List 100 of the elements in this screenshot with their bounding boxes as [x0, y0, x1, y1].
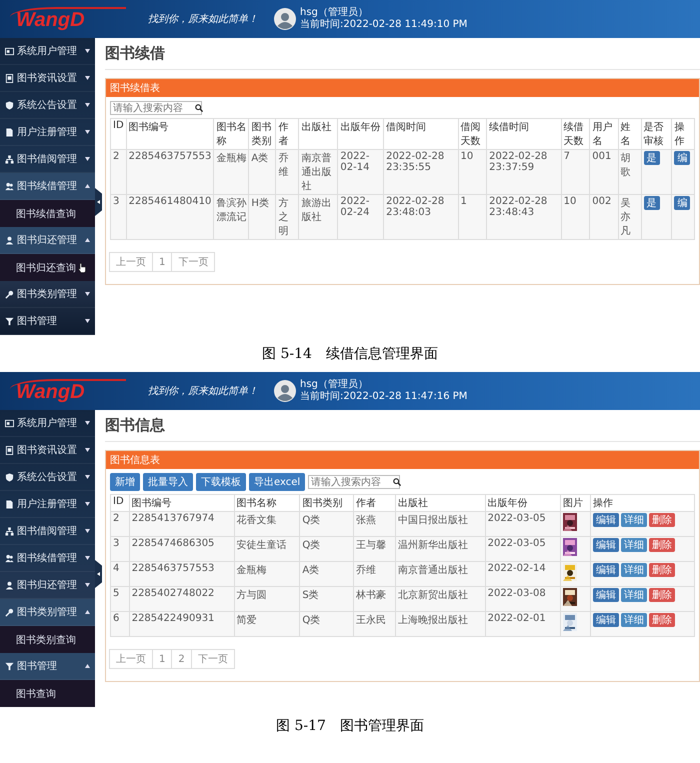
sidebar-item[interactable]: 用户注册管理	[0, 119, 95, 146]
figure-number: 图 5-14	[262, 345, 312, 363]
user-icon	[5, 580, 14, 590]
column-header: 操作	[590, 494, 694, 512]
table-cell: 3	[110, 194, 126, 240]
sidebar-subitem[interactable]: 图书查询	[0, 680, 95, 707]
table-cell: 吴亦凡	[618, 194, 642, 240]
sitemap-icon	[5, 526, 14, 536]
users-icon	[5, 182, 14, 190]
sitemap-icon	[5, 154, 14, 164]
page-button[interactable]: 下一页	[171, 252, 216, 272]
toolbar-button[interactable]: 导出excel	[249, 473, 306, 491]
table-cell: 1	[458, 194, 487, 240]
table-cell: 简爱	[234, 612, 300, 636]
caret-icon	[85, 76, 90, 80]
sidebar-item[interactable]: 图书续借管理	[0, 173, 95, 200]
search-icon	[195, 104, 203, 112]
caret-icon	[85, 130, 90, 134]
edit-button[interactable]: 编辑	[592, 513, 619, 527]
delete-button[interactable]: 删除	[648, 563, 675, 577]
caret-icon	[85, 157, 90, 161]
page-button[interactable]: 1	[152, 649, 172, 669]
search-icon	[393, 478, 402, 486]
sidebar-item[interactable]: 图书类别管理	[0, 599, 95, 626]
edit-button[interactable]: 编辑	[592, 588, 619, 602]
column-header: 出版社	[395, 494, 486, 512]
caret-icon	[85, 103, 90, 107]
filter-icon	[5, 316, 14, 326]
page-button[interactable]: 上一页	[109, 252, 153, 272]
caret-icon	[85, 664, 90, 668]
delete-button[interactable]: 删除	[648, 538, 675, 552]
hand-cursor-icon	[78, 262, 86, 272]
table-cell: 2	[110, 150, 126, 194]
page-button[interactable]: 下一页	[190, 649, 235, 669]
sidebar-item[interactable]: 图书资讯设置	[0, 437, 95, 464]
approved-badge[interactable]: 是	[644, 196, 660, 210]
caret-icon	[85, 319, 90, 323]
detail-button[interactable]: 详细	[620, 613, 647, 627]
sidebar-subitem[interactable]: 图书类别查询	[0, 626, 95, 653]
sidebar-item[interactable]: 用户注册管理	[0, 491, 95, 518]
caret-icon	[85, 583, 90, 587]
toolbar-button[interactable]: 下载模板	[196, 473, 246, 491]
toolbar-button[interactable]: 批量导入	[143, 473, 193, 491]
sidebar-item[interactable]: 图书管理	[0, 653, 95, 680]
sidebar-subitem[interactable]: 图书归还查询	[0, 254, 95, 281]
sidebar-item[interactable]: 图书续借管理	[0, 545, 95, 572]
sidebar-item[interactable]: 系统用户管理	[0, 38, 95, 65]
document-icon	[5, 446, 14, 454]
delete-button[interactable]: 删除	[648, 513, 675, 527]
detail-button[interactable]: 详细	[620, 513, 647, 527]
page-title: 图书续借	[105, 44, 700, 70]
page-button[interactable]: 2	[171, 649, 192, 669]
column-header: 出版年份	[485, 494, 561, 512]
table-cell: 10	[561, 194, 590, 240]
edit-button[interactable]: 编辑	[592, 563, 619, 577]
table-cell: Q类	[300, 612, 354, 636]
edit-button[interactable]: 编辑	[592, 538, 619, 552]
edit-button[interactable]: 编	[674, 151, 690, 165]
logo: WangD	[10, 6, 126, 32]
shield-icon	[5, 472, 14, 482]
caret-icon	[85, 610, 90, 614]
caret-icon	[85, 184, 90, 188]
figure-number: 图 5-17	[276, 717, 326, 735]
sidebar-subitem[interactable]: 图书续借查询	[0, 200, 95, 227]
file-icon	[5, 500, 14, 508]
slogan: 找到你，原来如此简单！	[148, 384, 259, 398]
collapse-handle[interactable]	[95, 560, 102, 588]
sidebar-item[interactable]: 图书资讯设置	[0, 65, 95, 92]
page-button[interactable]: 1	[152, 252, 172, 272]
collapse-handle[interactable]	[95, 188, 102, 216]
sidebar-item[interactable]: 图书借阅管理	[0, 518, 95, 545]
page-title: 图书信息	[105, 416, 700, 442]
delete-button[interactable]: 删除	[648, 588, 675, 602]
detail-button[interactable]: 详细	[620, 563, 647, 577]
edit-button[interactable]: 编辑	[592, 613, 619, 627]
caret-icon	[85, 448, 90, 452]
card-icon	[5, 418, 14, 428]
caret-icon	[85, 49, 90, 53]
approved-badge[interactable]: 是	[644, 151, 660, 165]
slogan: 找到你，原来如此简单！	[148, 12, 259, 26]
page-button[interactable]: 上一页	[109, 649, 153, 669]
table-cell: 002	[590, 194, 618, 240]
sidebar-item[interactable]: 图书归还管理	[0, 227, 95, 254]
detail-button[interactable]: 详细	[620, 538, 647, 552]
edit-button[interactable]: 编	[674, 196, 690, 210]
sidebar-item[interactable]: 系统公告设置	[0, 92, 95, 119]
detail-button[interactable]: 详细	[620, 588, 647, 602]
sidebar-item[interactable]: 图书类别管理	[0, 281, 95, 308]
caret-icon	[85, 502, 90, 506]
table-cell: 2022-02-24	[338, 194, 384, 240]
column-header: ID	[110, 118, 126, 150]
caret-icon	[85, 529, 90, 533]
delete-button[interactable]: 删除	[648, 613, 675, 627]
toolbar-button[interactable]: 新增	[110, 473, 140, 491]
figure-caption: 图书管理界面	[340, 717, 424, 735]
sidebar-item[interactable]: 系统公告设置	[0, 464, 95, 491]
table-cell: 上海晚报出版社	[395, 612, 486, 636]
sidebar-item[interactable]: 图书管理	[0, 308, 95, 335]
sidebar-item[interactable]: 系统用户管理	[0, 410, 95, 437]
figure-caption: 续借信息管理界面	[326, 345, 438, 363]
